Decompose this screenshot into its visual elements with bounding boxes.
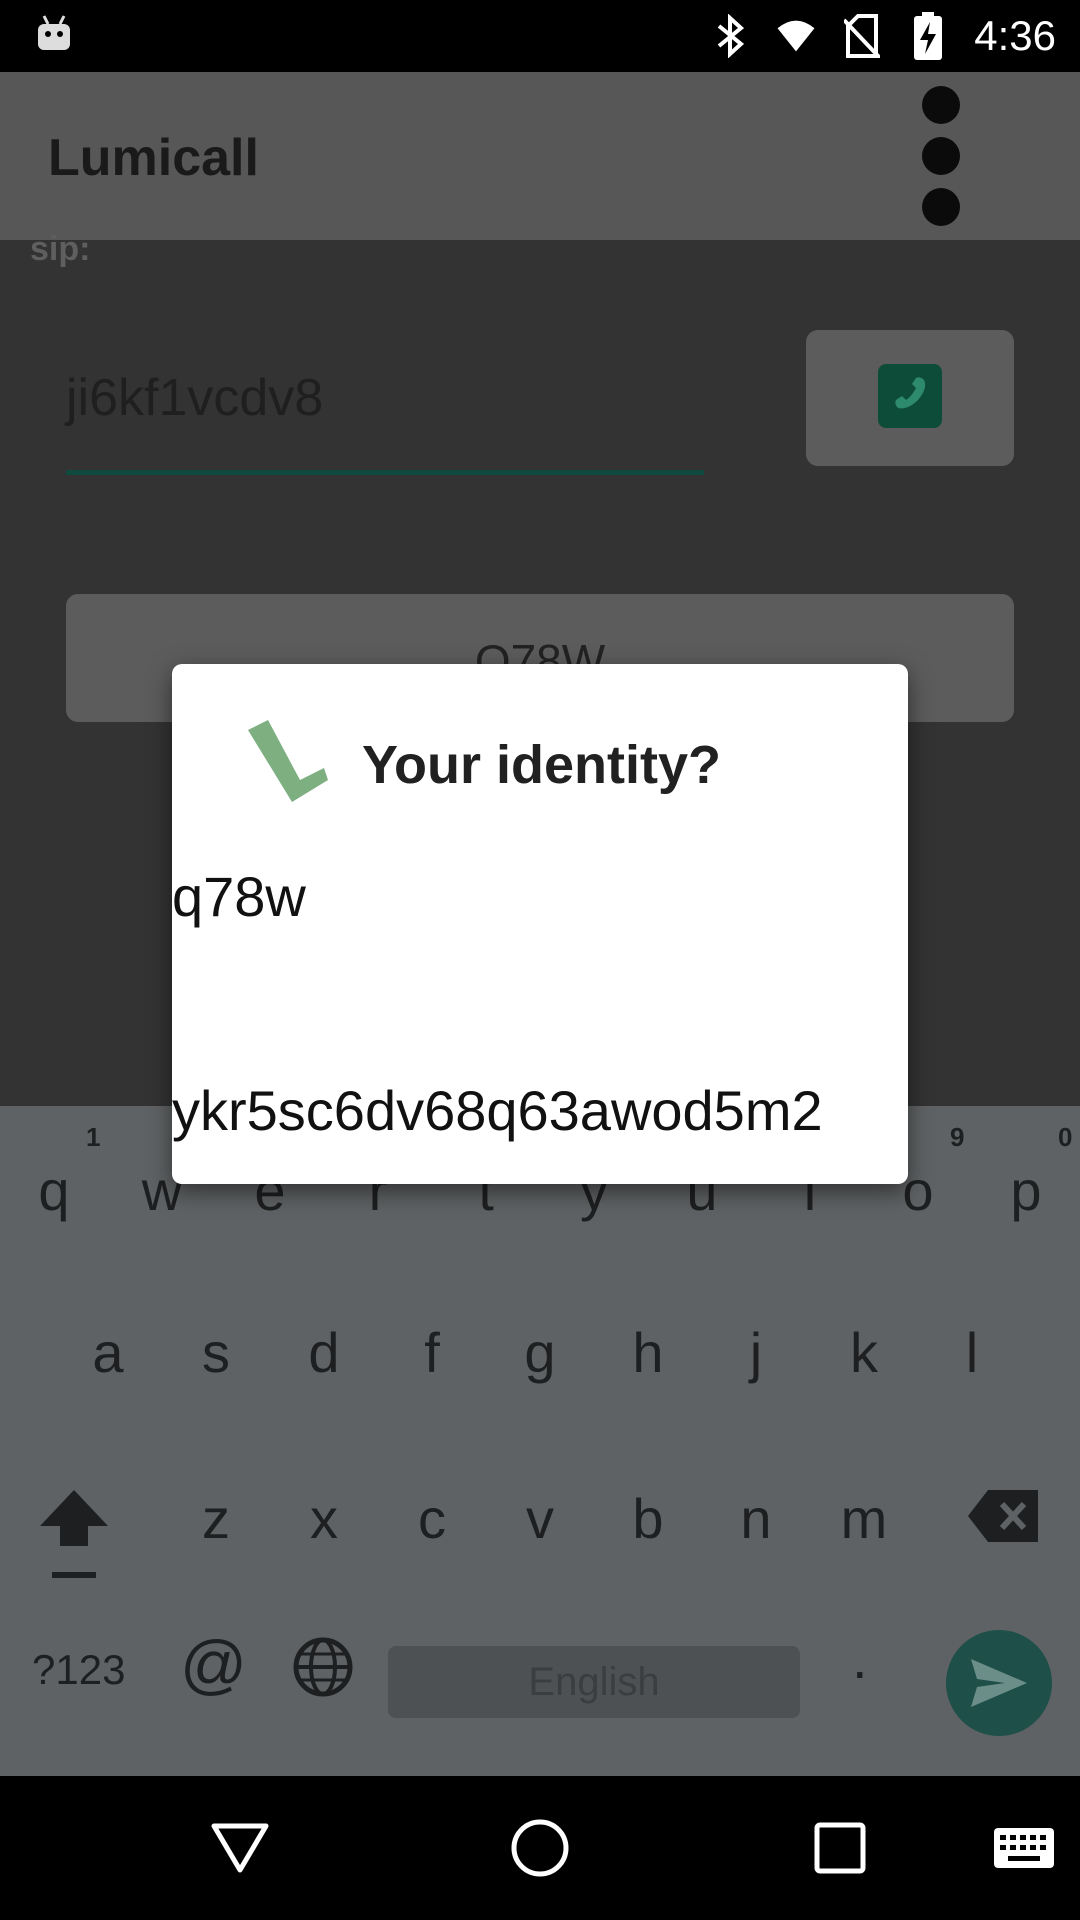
key-hint-0: 0 [1058, 1122, 1073, 1152]
keyboard-switch-icon[interactable] [984, 1812, 1064, 1884]
globe-icon[interactable] [292, 1636, 354, 1698]
key-n[interactable]: n [721, 1486, 791, 1551]
no-sim-icon [842, 14, 882, 58]
shift-icon[interactable] [38, 1486, 110, 1586]
app-bar: Lumicall [0, 72, 1080, 240]
wifi-icon [776, 14, 816, 58]
key-k[interactable]: k [829, 1320, 899, 1385]
key-h[interactable]: h [613, 1320, 683, 1385]
clock: 4:36 [974, 12, 1056, 59]
dialog-title: Your identity? [362, 735, 721, 795]
status-bar: 4:36 [0, 0, 1080, 72]
backspace-icon[interactable] [966, 1486, 1042, 1546]
bluetooth-icon [710, 14, 750, 58]
home-icon[interactable] [504, 1812, 576, 1884]
key-q[interactable]: q [19, 1158, 89, 1223]
key-s[interactable]: s [181, 1320, 251, 1385]
send-icon [971, 1659, 1027, 1707]
lumicall-logo-icon [248, 720, 328, 802]
key-a[interactable]: a [73, 1320, 143, 1385]
symbols-key[interactable]: ?123 [32, 1646, 125, 1694]
password-field[interactable]: ykr5sc6dv68q63awod5m2 [172, 1078, 823, 1143]
key-f[interactable]: f [397, 1320, 467, 1385]
key-v[interactable]: v [505, 1486, 575, 1551]
navigation-bar [0, 1776, 1080, 1920]
app-title: Lumicall [48, 129, 259, 187]
send-key[interactable] [946, 1630, 1052, 1736]
input-underline [66, 470, 704, 475]
overflow-menu-icon[interactable] [922, 86, 962, 226]
key-x[interactable]: x [289, 1486, 359, 1551]
sip-label: sip: [30, 230, 91, 268]
android-debug-icon [38, 15, 70, 50]
username-field[interactable]: q78w [172, 864, 306, 929]
key-m[interactable]: m [829, 1486, 899, 1551]
phone-icon [878, 364, 942, 428]
recents-icon[interactable] [804, 1812, 876, 1884]
space-key[interactable]: English [388, 1646, 800, 1718]
key-d[interactable]: d [289, 1320, 359, 1385]
back-icon[interactable] [204, 1812, 276, 1884]
key-g[interactable]: g [505, 1320, 575, 1385]
battery-charging-icon [908, 12, 948, 60]
key-p[interactable]: p [991, 1158, 1061, 1223]
key-z[interactable]: z [181, 1486, 251, 1551]
key-l[interactable]: l [937, 1320, 1007, 1385]
call-button[interactable] [806, 330, 1014, 466]
key-b[interactable]: b [613, 1486, 683, 1551]
identity-dialog: Your identity? q78w ykr5sc6dv68q63awod5m… [172, 664, 908, 1184]
at-key[interactable]: @ [180, 1626, 247, 1702]
key-hint-9: 9 [950, 1122, 965, 1152]
key-hint-1: 1 [86, 1122, 101, 1152]
period-key[interactable]: . [852, 1626, 868, 1691]
soft-keyboard: q1w2e3r4t5y6u7i8o9p0 asdfghjkl zxcvbnm ?… [0, 1106, 1080, 1776]
sip-address-input[interactable]: ji6kf1vcdv8 [66, 368, 704, 456]
key-c[interactable]: c [397, 1486, 467, 1551]
key-j[interactable]: j [721, 1320, 791, 1385]
